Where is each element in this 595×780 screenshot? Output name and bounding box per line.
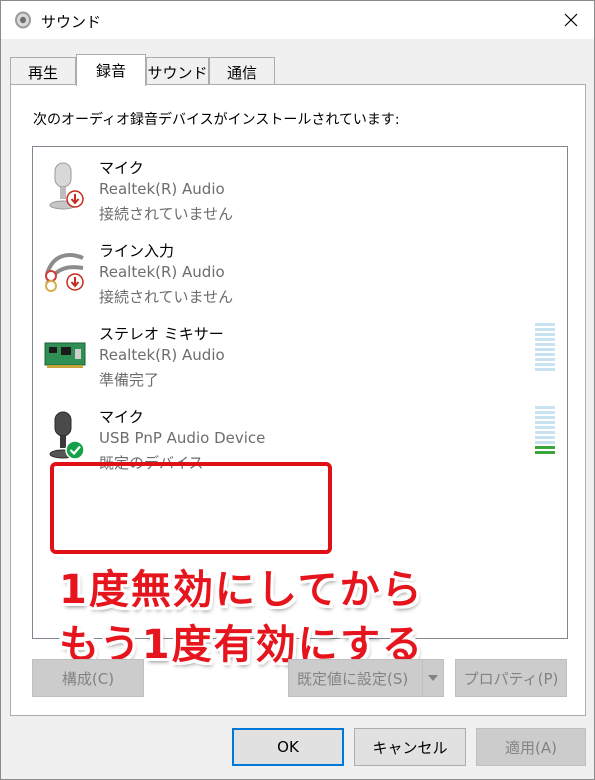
- level-meter: [535, 406, 555, 456]
- microphone-icon: [43, 410, 87, 462]
- tab-communications[interactable]: 通信: [209, 57, 275, 85]
- apply-button[interactable]: 適用(A): [476, 728, 586, 766]
- set-default-button[interactable]: 既定値に設定(S): [288, 659, 444, 697]
- highlight-box: [50, 462, 332, 554]
- sound-card-icon: [43, 327, 87, 379]
- device-driver: Realtek(R) Audio: [99, 180, 225, 198]
- speaker-icon: [13, 10, 33, 30]
- properties-button[interactable]: プロパティ(P): [455, 659, 567, 697]
- title-bar: サウンド: [1, 1, 594, 39]
- disconnected-badge-icon: [66, 273, 84, 291]
- device-driver: Realtek(R) Audio: [99, 346, 225, 364]
- device-name: マイク: [99, 159, 144, 177]
- device-status: 準備完了: [99, 371, 160, 389]
- level-meter: [535, 323, 555, 373]
- device-item-line-in[interactable]: ライン入力 Realtek(R) Audio 接続されていません: [33, 230, 567, 313]
- device-list[interactable]: マイク Realtek(R) Audio 接続されていません ライン入力 Rea…: [32, 146, 568, 668]
- device-status: 接続されていません: [99, 288, 234, 306]
- recording-tab-panel: 次のオーディオ録音デバイスがインストールされています: マイク Realtek(…: [10, 84, 586, 716]
- cancel-button[interactable]: キャンセル: [354, 728, 466, 766]
- device-driver: USB PnP Audio Device: [99, 429, 266, 447]
- ok-button[interactable]: OK: [232, 728, 344, 766]
- disconnected-badge-icon: [66, 190, 84, 208]
- tab-recording[interactable]: 録音: [76, 54, 146, 86]
- device-item-stereo-mixer[interactable]: ステレオ ミキサー Realtek(R) Audio 準備完了: [33, 313, 567, 396]
- instruction-text: 次のオーディオ録音デバイスがインストールされています:: [33, 112, 400, 128]
- device-status: 接続されていません: [99, 205, 234, 223]
- device-item-mic-realtek[interactable]: マイク Realtek(R) Audio 接続されていません: [33, 147, 567, 230]
- line-in-cable-icon: [43, 244, 87, 296]
- close-button[interactable]: [548, 1, 594, 39]
- configure-button[interactable]: 構成(C): [32, 659, 144, 697]
- default-check-icon: [65, 440, 85, 460]
- microphone-icon: [43, 161, 87, 213]
- chevron-down-icon: [428, 675, 438, 681]
- device-name: マイク: [99, 408, 144, 426]
- annotation-line-1: 1度無効にしてから: [59, 567, 424, 613]
- set-default-dropdown[interactable]: [422, 660, 443, 696]
- sound-dialog: サウンド 再生 録音 サウンド 通信 次のオーディオ録音デバイスがインストールさ…: [0, 0, 595, 780]
- tab-sounds[interactable]: サウンド: [146, 57, 209, 85]
- close-icon: [564, 13, 578, 27]
- device-name: ライン入力: [99, 242, 175, 260]
- device-name: ステレオ ミキサー: [99, 325, 224, 343]
- window-title: サウンド: [41, 13, 102, 31]
- device-driver: Realtek(R) Audio: [99, 263, 225, 281]
- annotation-text: 1度無効にしてから もう1度有効にする: [59, 563, 424, 673]
- set-default-label: 既定値に設定(S): [297, 669, 409, 688]
- tab-playback[interactable]: 再生: [10, 57, 76, 85]
